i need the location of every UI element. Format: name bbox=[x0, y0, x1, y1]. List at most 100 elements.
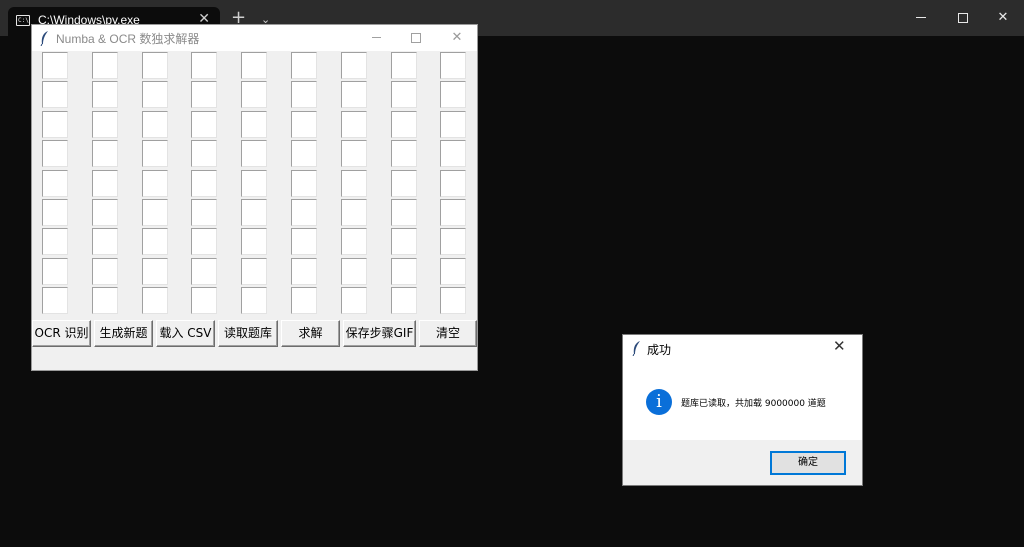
sudoku-cell[interactable] bbox=[440, 111, 466, 138]
sudoku-cell[interactable] bbox=[291, 228, 317, 255]
sudoku-cell[interactable] bbox=[391, 140, 417, 167]
sudoku-cell[interactable] bbox=[92, 199, 118, 226]
sudoku-cell[interactable] bbox=[391, 258, 417, 285]
sudoku-cell[interactable] bbox=[241, 287, 267, 314]
sudoku-cell[interactable] bbox=[191, 140, 217, 167]
sudoku-cell[interactable] bbox=[341, 140, 367, 167]
sudoku-cell[interactable] bbox=[191, 228, 217, 255]
window-maximize-button[interactable] bbox=[396, 25, 436, 51]
terminal-close-button[interactable]: ✕ bbox=[980, 0, 1024, 36]
sudoku-cell[interactable] bbox=[341, 81, 367, 108]
sudoku-cell[interactable] bbox=[241, 52, 267, 79]
sudoku-cell[interactable] bbox=[191, 111, 217, 138]
sudoku-cell[interactable] bbox=[191, 287, 217, 314]
sudoku-cell[interactable] bbox=[42, 258, 68, 285]
sudoku-cell[interactable] bbox=[142, 199, 168, 226]
sudoku-cell[interactable] bbox=[291, 287, 317, 314]
sudoku-cell[interactable] bbox=[241, 140, 267, 167]
sudoku-cell[interactable] bbox=[440, 81, 466, 108]
sudoku-cell[interactable] bbox=[391, 81, 417, 108]
sudoku-cell[interactable] bbox=[291, 81, 317, 108]
sudoku-cell[interactable] bbox=[42, 81, 68, 108]
sudoku-cell[interactable] bbox=[92, 258, 118, 285]
sudoku-cell[interactable] bbox=[191, 170, 217, 197]
sudoku-cell[interactable] bbox=[391, 199, 417, 226]
sudoku-cell[interactable] bbox=[92, 81, 118, 108]
sudoku-cell[interactable] bbox=[341, 228, 367, 255]
sudoku-cell[interactable] bbox=[391, 170, 417, 197]
sudoku-cell[interactable] bbox=[142, 81, 168, 108]
sudoku-cell[interactable] bbox=[92, 228, 118, 255]
ok-button[interactable]: 确定 bbox=[770, 451, 846, 475]
sudoku-cell[interactable] bbox=[291, 140, 317, 167]
sudoku-cell[interactable] bbox=[241, 111, 267, 138]
terminal-minimize-button[interactable] bbox=[898, 0, 944, 36]
sudoku-cell[interactable] bbox=[440, 52, 466, 79]
sudoku-cell[interactable] bbox=[291, 170, 317, 197]
sudoku-cell[interactable] bbox=[291, 111, 317, 138]
sudoku-cell[interactable] bbox=[341, 111, 367, 138]
sudoku-cell[interactable] bbox=[142, 170, 168, 197]
sudoku-cell[interactable] bbox=[291, 258, 317, 285]
sudoku-cell[interactable] bbox=[42, 170, 68, 197]
sudoku-cell[interactable] bbox=[391, 52, 417, 79]
sudoku-cell[interactable] bbox=[341, 170, 367, 197]
minimize-icon bbox=[371, 37, 381, 38]
sudoku-cell[interactable] bbox=[42, 287, 68, 314]
sudoku-cell[interactable] bbox=[92, 170, 118, 197]
load-csv-button[interactable]: 载入 CSV bbox=[156, 320, 215, 347]
sudoku-cell[interactable] bbox=[391, 287, 417, 314]
sudoku-cell[interactable] bbox=[42, 111, 68, 138]
sudoku-cell[interactable] bbox=[440, 228, 466, 255]
sudoku-cell[interactable] bbox=[341, 199, 367, 226]
sudoku-cell[interactable] bbox=[191, 52, 217, 79]
sudoku-cell[interactable] bbox=[241, 199, 267, 226]
sudoku-cell[interactable] bbox=[341, 287, 367, 314]
sudoku-cell[interactable] bbox=[191, 81, 217, 108]
sudoku-cell[interactable] bbox=[291, 199, 317, 226]
clear-button[interactable]: 清空 bbox=[419, 320, 477, 347]
sudoku-cell[interactable] bbox=[142, 228, 168, 255]
sudoku-cell[interactable] bbox=[142, 287, 168, 314]
sudoku-cell[interactable] bbox=[42, 228, 68, 255]
ocr-button[interactable]: OCR 识别 bbox=[32, 320, 91, 347]
sudoku-cell[interactable] bbox=[241, 228, 267, 255]
sudoku-cell[interactable] bbox=[241, 81, 267, 108]
close-icon: ✕ bbox=[451, 30, 463, 45]
sudoku-cell[interactable] bbox=[440, 287, 466, 314]
sudoku-cell[interactable] bbox=[142, 52, 168, 79]
sudoku-cell[interactable] bbox=[391, 228, 417, 255]
success-dialog: 成功 ✕ i 题库已读取，共加载 9000000 道题 确定 bbox=[622, 334, 863, 486]
sudoku-cell[interactable] bbox=[191, 258, 217, 285]
save-gif-button[interactable]: 保存步骤GIF bbox=[343, 320, 416, 347]
sudoku-cell[interactable] bbox=[241, 258, 267, 285]
sudoku-cell[interactable] bbox=[241, 170, 267, 197]
dialog-close-icon[interactable]: ✕ bbox=[833, 337, 846, 355]
sudoku-cell[interactable] bbox=[142, 111, 168, 138]
sudoku-cell[interactable] bbox=[191, 199, 217, 226]
dialog-footer: 确定 bbox=[623, 440, 862, 485]
solve-button[interactable]: 求解 bbox=[281, 320, 340, 347]
sudoku-cell[interactable] bbox=[341, 258, 367, 285]
sudoku-cell[interactable] bbox=[440, 140, 466, 167]
read-bank-button[interactable]: 读取题库 bbox=[218, 320, 278, 347]
window-minimize-button[interactable] bbox=[356, 25, 396, 51]
sudoku-cell[interactable] bbox=[440, 199, 466, 226]
sudoku-cell[interactable] bbox=[142, 258, 168, 285]
sudoku-cell[interactable] bbox=[92, 140, 118, 167]
sudoku-cell[interactable] bbox=[92, 52, 118, 79]
sudoku-cell[interactable] bbox=[142, 140, 168, 167]
sudoku-cell[interactable] bbox=[291, 52, 317, 79]
sudoku-cell[interactable] bbox=[440, 258, 466, 285]
sudoku-cell[interactable] bbox=[42, 199, 68, 226]
sudoku-cell[interactable] bbox=[391, 111, 417, 138]
sudoku-cell[interactable] bbox=[42, 52, 68, 79]
dialog-message: 题库已读取，共加载 9000000 道题 bbox=[681, 399, 826, 409]
sudoku-cell[interactable] bbox=[92, 287, 118, 314]
generate-button[interactable]: 生成新题 bbox=[94, 320, 153, 347]
window-close-button[interactable]: ✕ bbox=[437, 25, 477, 51]
sudoku-cell[interactable] bbox=[42, 140, 68, 167]
sudoku-cell[interactable] bbox=[440, 170, 466, 197]
sudoku-cell[interactable] bbox=[341, 52, 367, 79]
sudoku-cell[interactable] bbox=[92, 111, 118, 138]
